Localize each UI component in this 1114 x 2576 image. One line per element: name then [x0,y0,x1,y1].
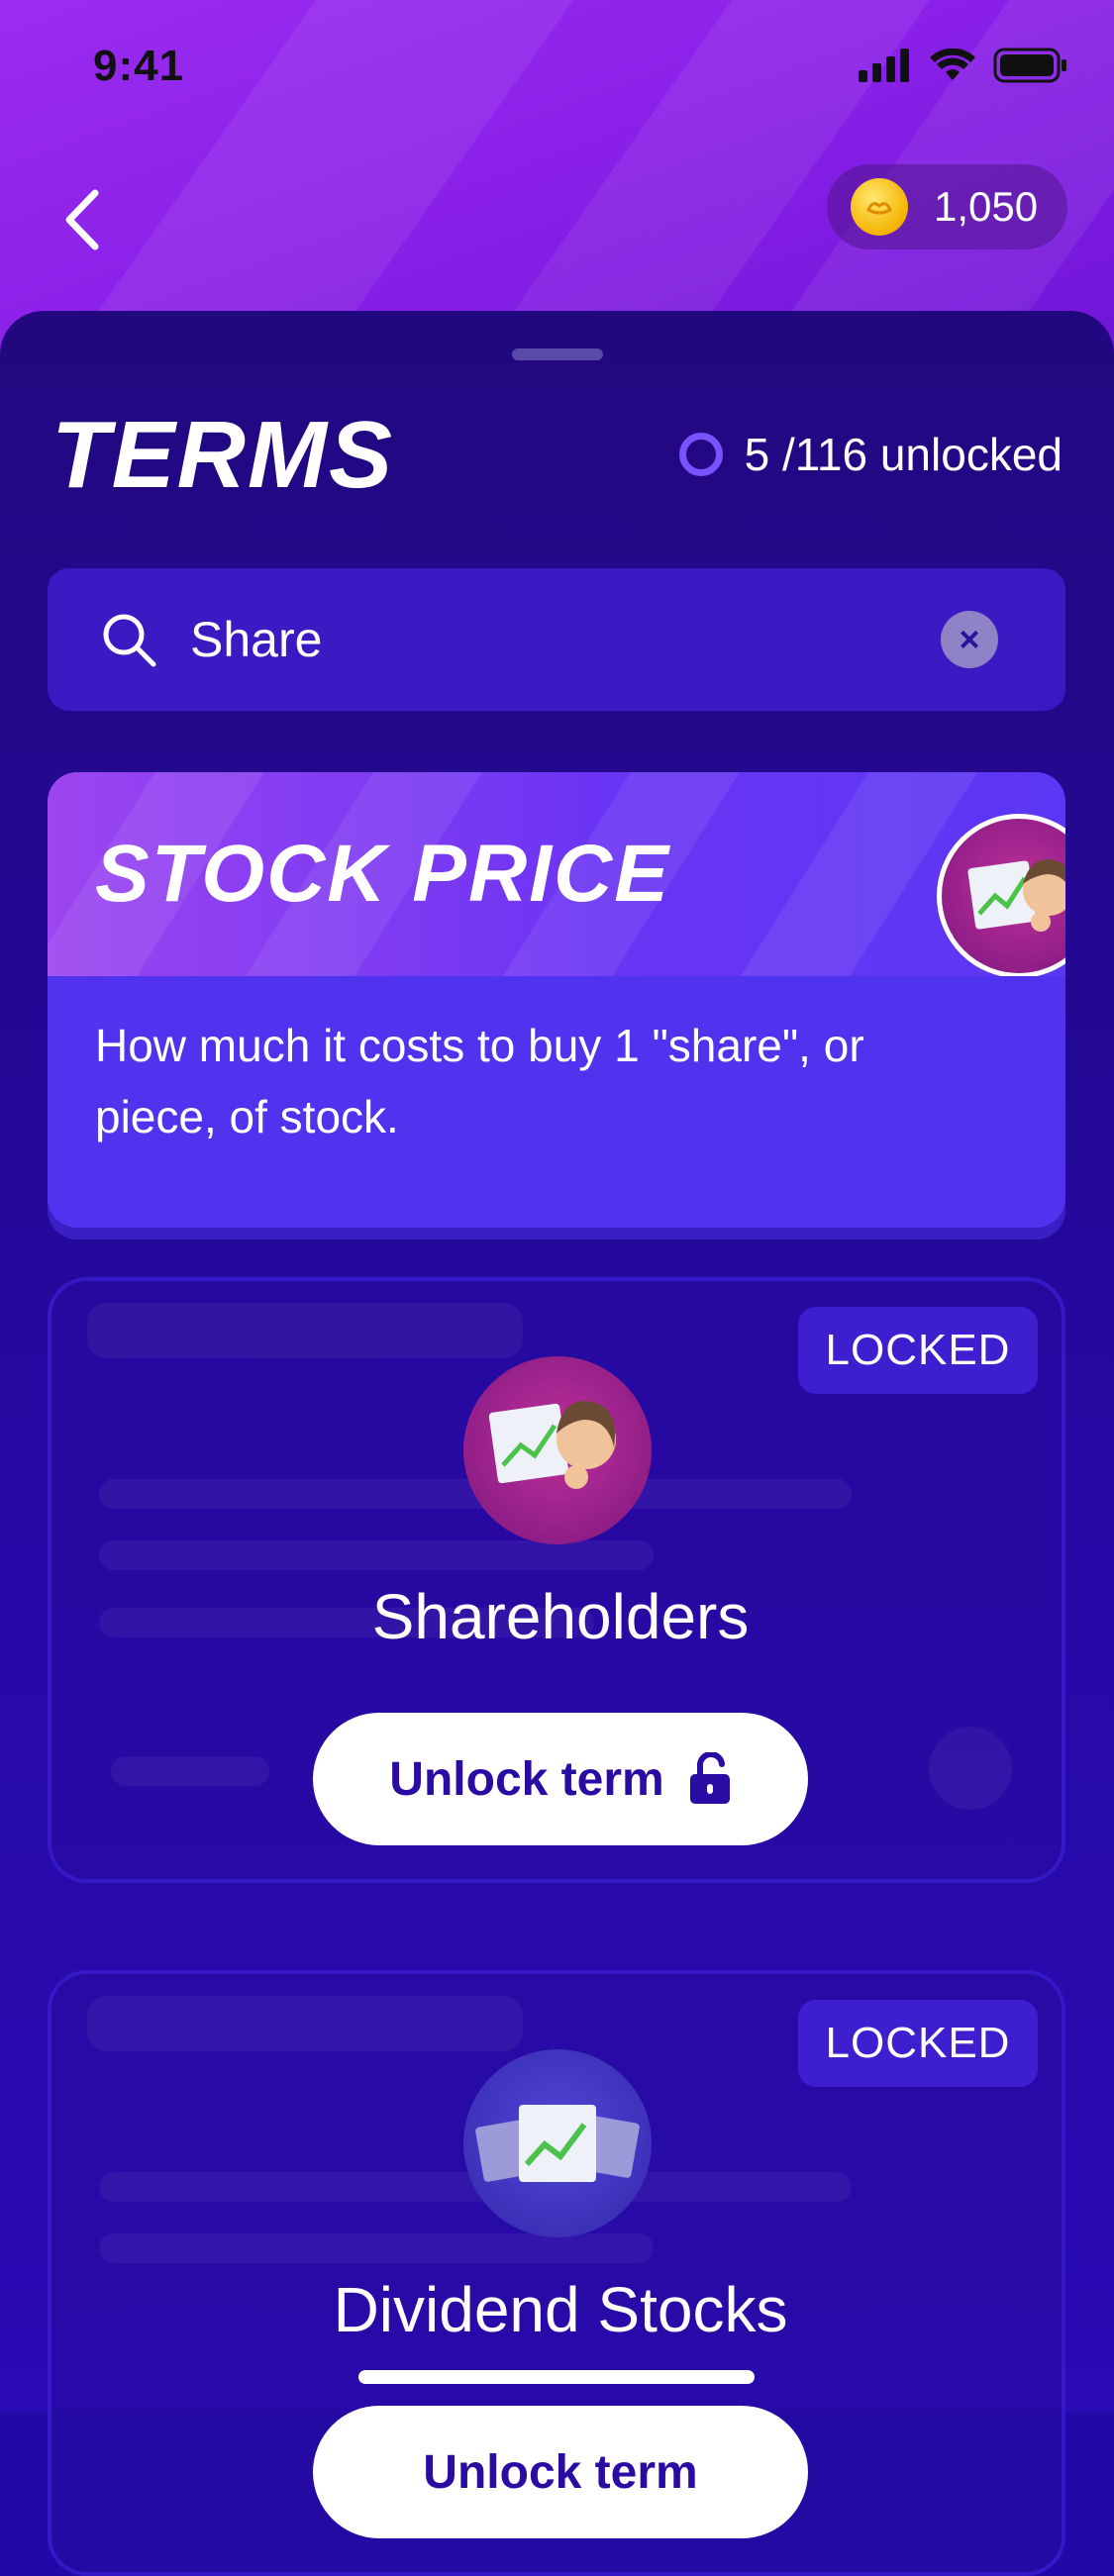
locked-badge: LOCKED [798,2000,1038,2087]
stock-charts-avatar-icon [463,2049,652,2237]
term-title: STOCK PRICE [95,829,670,919]
coin-amount: 1,050 [934,183,1039,230]
stock-chart-avatar-icon [463,1356,652,1544]
wifi-icon [930,49,975,80]
progress-ring-icon [678,433,723,476]
cellular-signal-icon [859,49,909,82]
home-indicator[interactable] [358,2370,755,2384]
locked-term-card[interactable]: LOCKED Dividend Stocks Unlock term [48,1970,1065,2576]
term-description: How much it costs to buy 1 "share", or p… [95,1020,864,1142]
unlock-button-label: Unlock term [389,1752,664,1806]
term-card-header: STOCK PRICE [48,772,1065,976]
unlock-term-button[interactable]: Unlock term [313,1713,808,1845]
coin-icon [851,178,908,236]
status-bar: 9:41 [0,0,1114,139]
battery-icon [993,48,1066,83]
unlock-icon [689,1752,730,1804]
search-icon [103,614,156,667]
chevron-left-icon [65,189,99,250]
back-button[interactable] [51,180,111,259]
sheet-grabber[interactable] [512,348,603,360]
progress-label: 5 /116 unlocked [744,429,1063,480]
unlock-progress: 5 /116 unlocked [678,428,1063,481]
status-icons [859,48,1068,83]
term-card-stock-price[interactable]: STOCK PRICE How much it costs to buy 1 "… [48,772,1065,1228]
status-time: 9:41 [93,42,185,90]
term-name: Dividend Stocks [333,2274,788,2345]
terms-sheet: TERMS 5 /116 unlocked × STOCK PRICE [0,311,1114,2576]
coin-balance[interactable]: 1,050 [827,164,1067,249]
term-name: Shareholders [371,1581,750,1652]
unlock-term-button[interactable]: Unlock term [313,2406,808,2538]
clear-search-button[interactable]: × [941,611,998,668]
unlock-button-label: Unlock term [423,2445,698,2499]
search-input[interactable] [188,610,941,669]
close-icon: × [959,619,980,659]
locked-term-card[interactable]: LOCKED Shareholders Unlock term [48,1277,1065,1883]
locked-badge: LOCKED [798,1307,1038,1394]
page-title: TERMS [51,402,394,508]
search-bar: × [48,568,1065,711]
stock-chart-avatar-icon [937,814,1065,976]
